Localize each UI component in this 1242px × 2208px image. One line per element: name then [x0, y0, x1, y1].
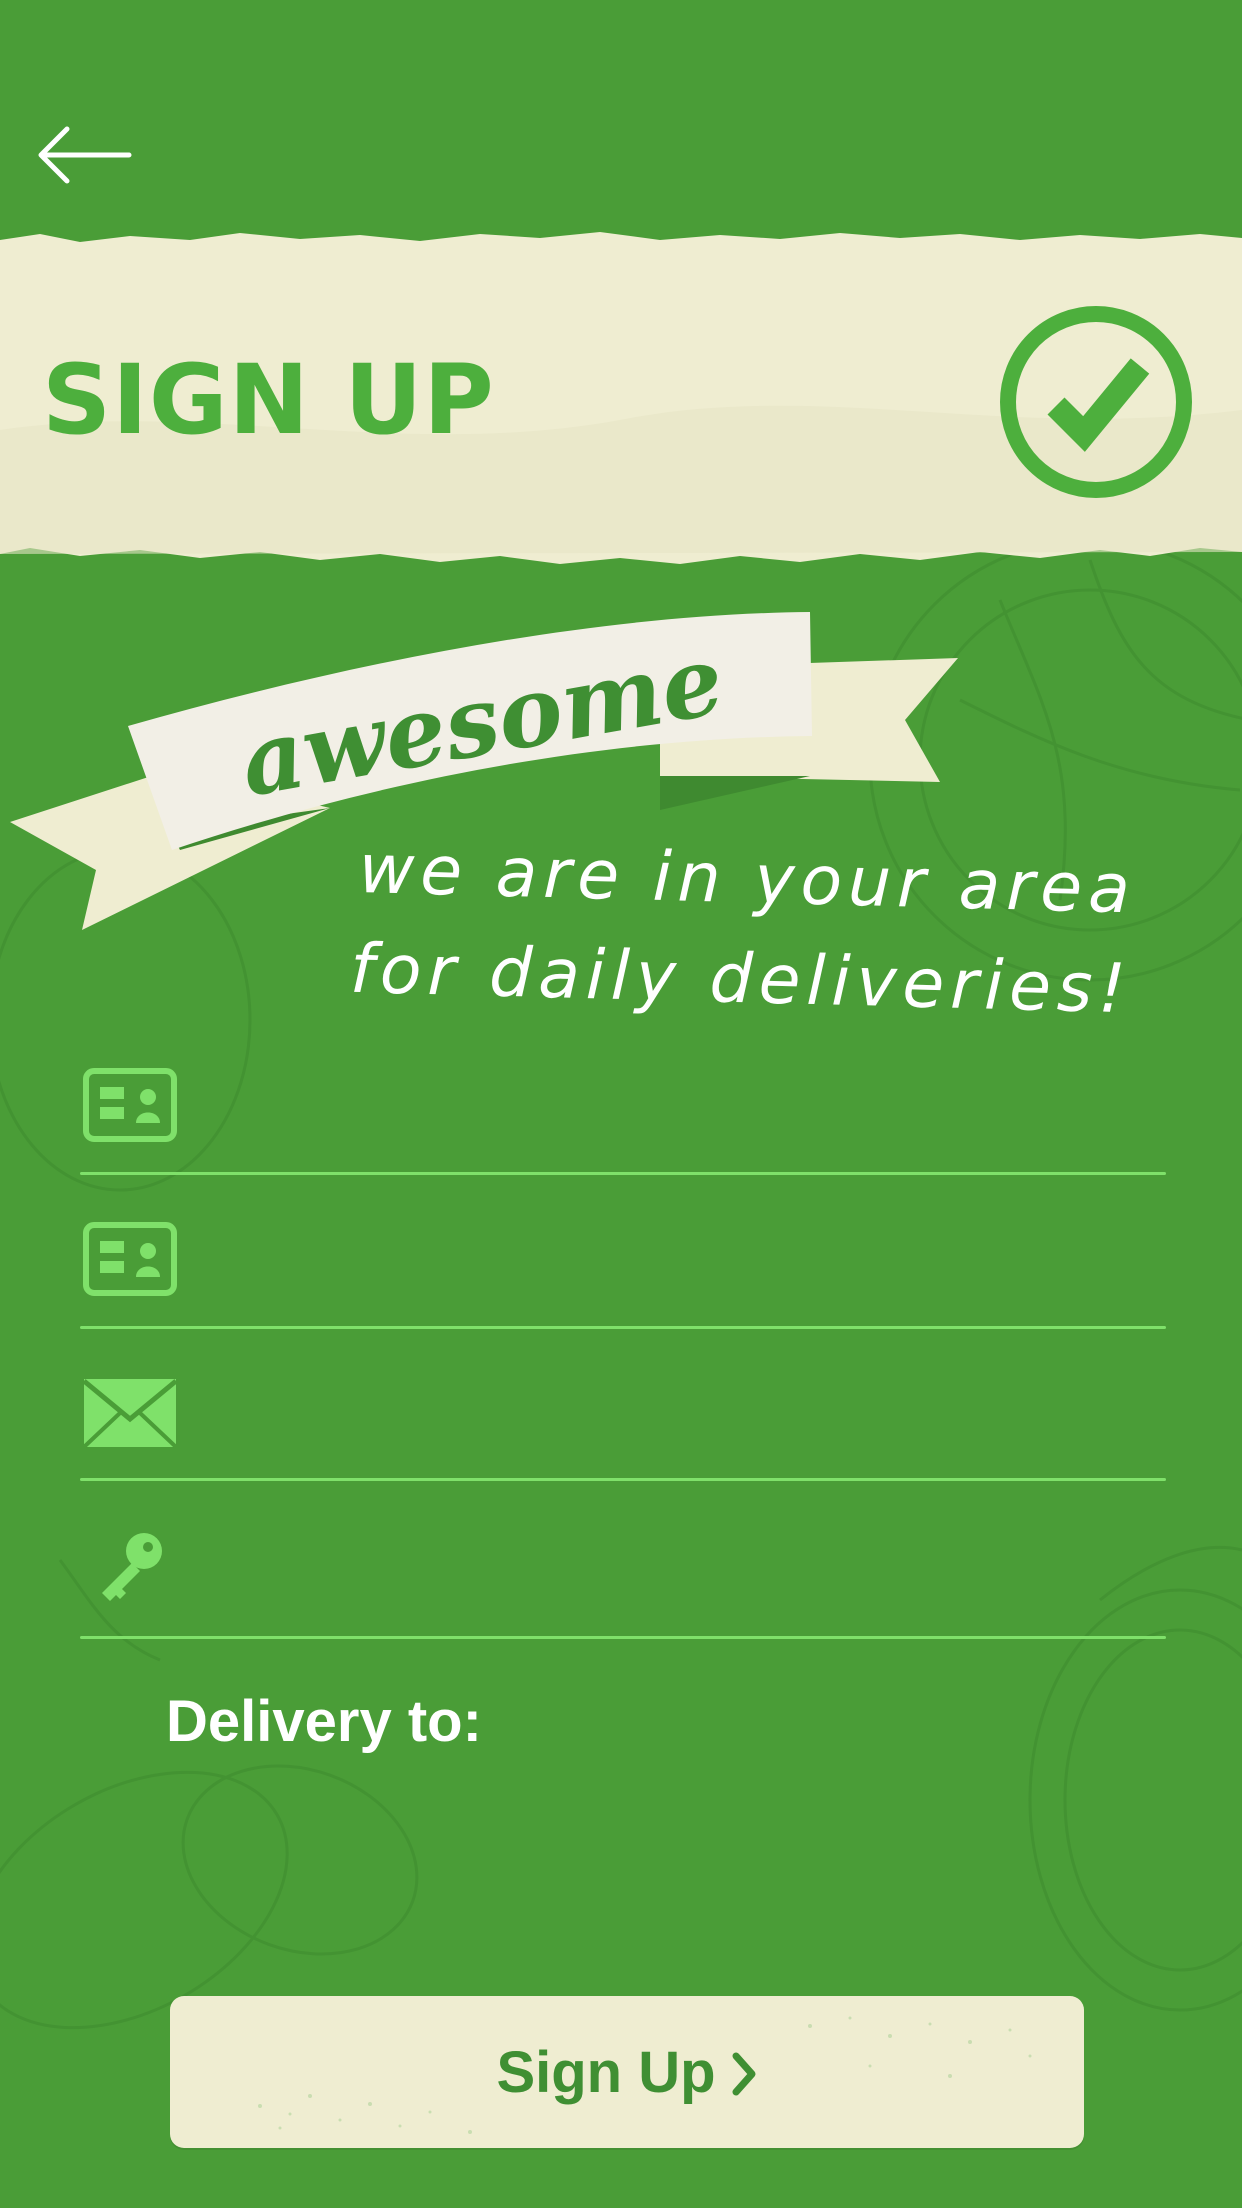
signup-label: Sign Up: [496, 2039, 716, 2105]
tagline-line-2: for daily deliveries!: [349, 929, 1133, 1030]
field-divider: [80, 1172, 1166, 1175]
id-card-icon: [80, 1065, 180, 1145]
key-icon: [80, 1527, 180, 1607]
password-field[interactable]: [80, 1490, 1166, 1644]
field-divider: [80, 1326, 1166, 1329]
check-circle-icon: [1000, 306, 1192, 498]
delivery-label: Delivery to:: [166, 1689, 482, 1754]
password-input[interactable]: [220, 1527, 1166, 1607]
id-card-icon: [80, 1219, 180, 1299]
envelope-icon: [80, 1373, 180, 1453]
field-divider: [80, 1478, 1166, 1481]
arrow-left-icon: [38, 126, 132, 184]
first-name-input[interactable]: [220, 1065, 1166, 1145]
last-name-input[interactable]: [220, 1219, 1166, 1299]
email-input[interactable]: [220, 1373, 1166, 1453]
first-name-field[interactable]: [80, 1028, 1166, 1182]
field-divider: [80, 1636, 1166, 1639]
page-title: SIGN UP: [42, 344, 495, 456]
back-button[interactable]: [28, 110, 138, 200]
confirm-button[interactable]: [996, 302, 1196, 502]
signup-button[interactable]: Sign Up: [170, 1996, 1084, 2148]
tagline: we are in your area for daily deliveries…: [349, 820, 1220, 1042]
chevron-right-icon: [732, 2052, 756, 2096]
last-name-field[interactable]: [80, 1182, 1166, 1336]
signup-screen: SIGN UP awesome we are in your area for …: [0, 0, 1242, 2208]
email-field[interactable]: [80, 1336, 1166, 1490]
